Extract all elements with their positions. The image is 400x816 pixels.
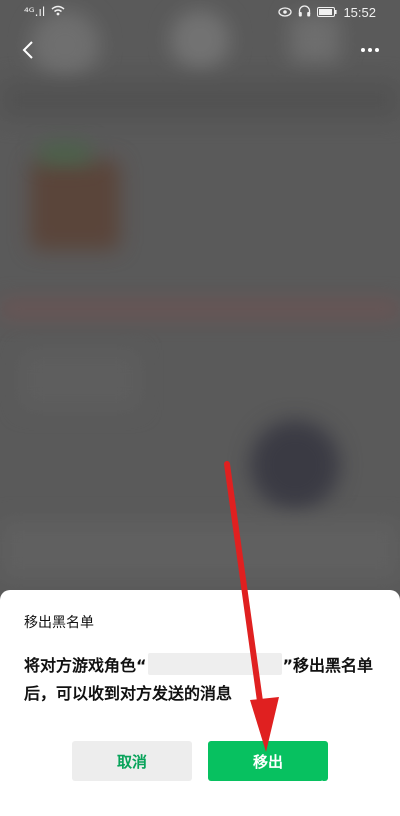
headphones-icon xyxy=(298,5,311,20)
battery-icon xyxy=(317,6,338,20)
dialog-message-part1: 将对方游戏角色“ xyxy=(24,656,147,675)
eye-icon xyxy=(278,6,293,20)
more-dots-icon xyxy=(361,48,365,52)
status-time: 15:52 xyxy=(343,5,376,20)
watermark-sub: jingyan.baidu.com xyxy=(285,797,378,808)
redacted-name xyxy=(147,653,282,675)
watermark: Baidu 经验 jingyan.baidu.com xyxy=(286,776,378,808)
wifi-icon xyxy=(51,5,65,19)
dialog-message: 将对方游戏角色“ ”移出黑名单后，可以收到对方发送的消息 xyxy=(24,652,384,708)
status-bar: ⁴ᴳ.ıl 15:52 xyxy=(0,0,400,26)
dialog-title: 移出黑名单 xyxy=(24,615,94,631)
back-button[interactable] xyxy=(10,32,46,68)
remove-button[interactable]: 移出 xyxy=(208,741,328,781)
chevron-left-icon xyxy=(22,41,33,59)
cancel-button[interactable]: 取消 xyxy=(72,741,192,781)
watermark-main: Baidu 经验 xyxy=(300,778,378,796)
nav-bar xyxy=(0,26,400,74)
signal-indicator: ⁴ᴳ.ıl xyxy=(24,5,46,19)
more-button[interactable] xyxy=(352,32,388,68)
